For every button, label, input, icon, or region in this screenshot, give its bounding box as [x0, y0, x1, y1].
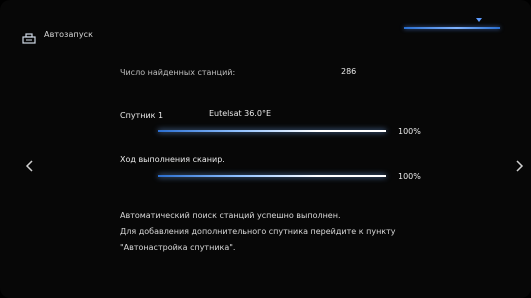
satellite-value: Eutelsat 36.0°E [209, 109, 272, 118]
scan-progress-label: Ход выполнения сканир. [120, 155, 225, 164]
status-message-line-1: Автоматический поиск станций успешно вып… [120, 211, 341, 220]
chevron-right-icon[interactable] [511, 158, 527, 174]
scan-progress-text: 100% [398, 172, 421, 181]
tv-screen: Автозапуск Число найденных станций: 286 … [0, 0, 531, 298]
stations-found-label: Число найденных станций: [120, 68, 236, 77]
satellite-progress-fill [158, 130, 386, 132]
chevron-left-icon[interactable] [22, 158, 38, 174]
status-message-line-3: "Автонастройка спутника". [120, 243, 236, 252]
satellite-progress-text: 100% [398, 127, 421, 136]
top-scroll-indicator [404, 16, 500, 32]
satellite-icon [22, 29, 36, 44]
satellite-progress-bar [158, 130, 386, 132]
stations-found-value: 286 [341, 67, 357, 76]
indicator-marker-icon [476, 18, 482, 22]
status-message-line-2: Для добавления дополнительного спутника … [120, 227, 396, 236]
satellite-label: Спутник 1 [120, 111, 164, 120]
scan-progress-fill [158, 175, 386, 177]
header: Автозапуск [22, 29, 94, 44]
indicator-bar [404, 27, 500, 29]
page-title: Автозапуск [44, 30, 94, 39]
status-message: Автоматический поиск станций успешно вып… [120, 208, 480, 256]
scan-progress-bar [158, 175, 386, 177]
